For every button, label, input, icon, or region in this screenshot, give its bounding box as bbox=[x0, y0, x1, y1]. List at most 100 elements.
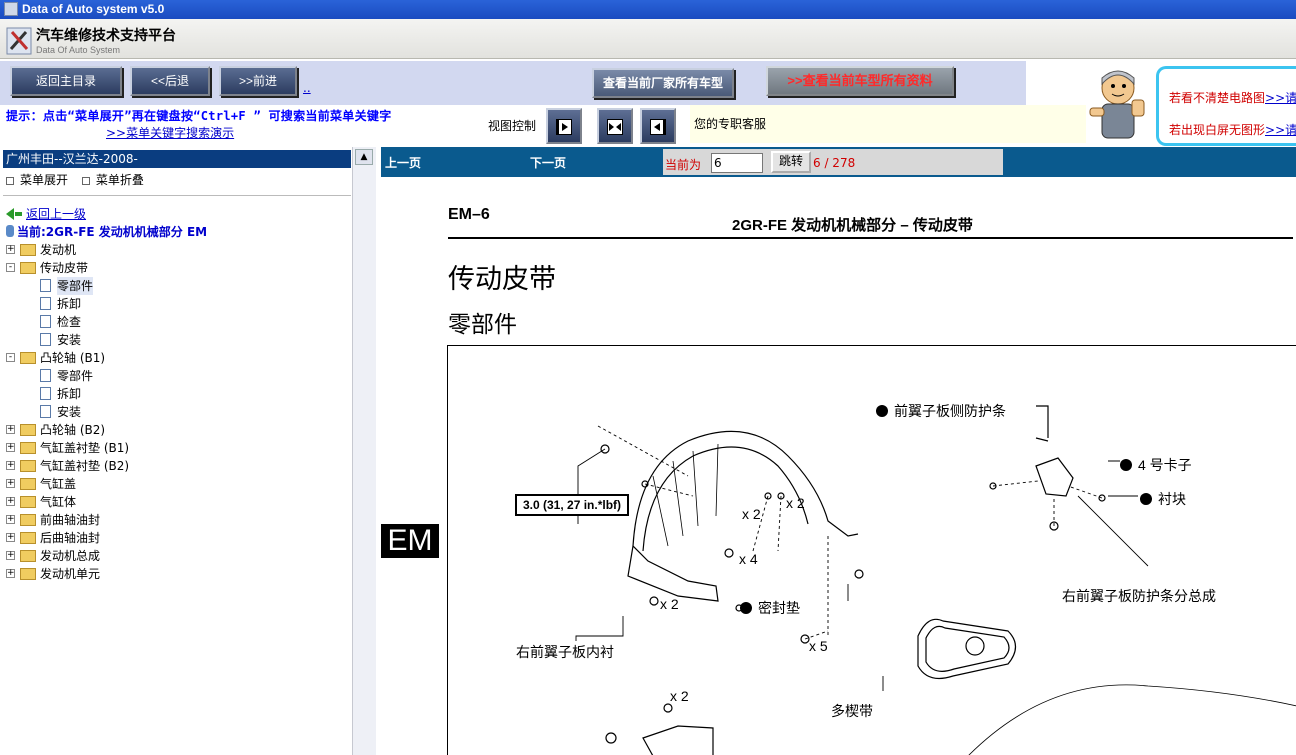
back-up-label: 返回上一级 bbox=[26, 207, 87, 221]
tree-folder-label: 凸轮轴 (B1) bbox=[40, 351, 106, 365]
folder-icon bbox=[20, 478, 36, 490]
label-right-fender-liner: 右前翼子板内衬 bbox=[516, 644, 614, 660]
tools-logo-icon bbox=[6, 27, 32, 55]
folder-icon bbox=[20, 550, 36, 562]
sidebar-divider bbox=[3, 195, 351, 196]
document-icon bbox=[40, 387, 51, 400]
qty-x2-c: x 2 bbox=[660, 596, 679, 612]
view-all-materials-button[interactable]: >>查看当前车型所有资料 bbox=[766, 66, 954, 96]
label-pad: 衬块 bbox=[1140, 489, 1186, 509]
prev-page-link[interactable]: 上一页 bbox=[385, 154, 421, 171]
page-label: 当前为 bbox=[665, 158, 702, 172]
current-section-label: 当前:2GR-FE 发动机机械部分 EM bbox=[17, 225, 208, 239]
forward-button[interactable]: >>前进 bbox=[219, 66, 297, 96]
view-right-pane-button[interactable] bbox=[640, 108, 676, 144]
sidebar-vehicle-header: 广州丰田--汉兰达-2008- bbox=[3, 150, 351, 168]
doc-subtitle: 零部件 bbox=[448, 311, 517, 337]
next-page-link[interactable]: 下一页 bbox=[530, 154, 566, 171]
document-icon bbox=[40, 333, 51, 346]
help-line-1-link[interactable]: >>请 bbox=[1265, 91, 1296, 105]
expand-node-icon[interactable]: + bbox=[6, 569, 15, 578]
qty-x2-a: x 2 bbox=[742, 506, 761, 522]
expand-node-icon[interactable]: + bbox=[6, 497, 15, 506]
scroll-up-arrow-icon[interactable]: ▲ bbox=[355, 149, 373, 165]
section-tab: EM bbox=[381, 524, 439, 558]
page-count: 6 / 278 bbox=[813, 156, 856, 170]
window-title: Data of Auto system v5.0 bbox=[22, 2, 165, 16]
menu-expand-button[interactable]: 菜单展开 bbox=[20, 173, 68, 187]
folder-icon bbox=[20, 424, 36, 436]
collapse-node-icon[interactable]: - bbox=[6, 263, 15, 272]
folder-icon bbox=[20, 244, 36, 256]
expand-node-icon[interactable]: + bbox=[6, 515, 15, 524]
qty-x4: x 4 bbox=[739, 551, 758, 567]
folder-icon bbox=[20, 568, 36, 580]
toolbar-dots-link[interactable]: .. bbox=[303, 81, 311, 95]
current-marker-icon bbox=[6, 225, 14, 237]
expand-icon bbox=[6, 176, 14, 185]
help-line-2-text: 若出现白屏无图形 bbox=[1169, 123, 1266, 137]
document-icon bbox=[40, 315, 51, 328]
expand-node-icon[interactable]: + bbox=[6, 425, 15, 434]
help-box: 若看不清楚电路图>>请 若出现白屏无图形>>请 bbox=[1156, 66, 1296, 146]
folder-icon bbox=[20, 496, 36, 508]
search-demo-link[interactable]: >>菜单关键字搜索演示 bbox=[106, 124, 234, 141]
mechanic-mascot-icon bbox=[1089, 70, 1145, 139]
tree-page-label: 零部件 bbox=[57, 369, 94, 383]
new-part-dot-icon bbox=[876, 405, 888, 417]
tree-folder-label: 气缸盖 bbox=[40, 477, 77, 491]
home-button[interactable]: 返回主目录 bbox=[10, 66, 122, 96]
label-seal: 密封垫 bbox=[740, 598, 800, 618]
label-fender-side-strip-text: 前翼子板侧防护条 bbox=[894, 403, 1006, 419]
tree-page-label: 零部件 bbox=[57, 277, 94, 295]
tree-folder-label: 发动机总成 bbox=[40, 549, 101, 563]
help-line-1-text: 若看不清楚电路图 bbox=[1169, 91, 1266, 105]
expand-collapse-row: 菜单展开 菜单折叠 bbox=[6, 171, 144, 188]
current-section: 当前:2GR-FE 发动机机械部分 EM bbox=[6, 223, 207, 240]
vendor-models-button[interactable]: 查看当前厂家所有车型 bbox=[592, 68, 734, 98]
folder-icon bbox=[20, 460, 36, 472]
expand-node-icon[interactable]: + bbox=[6, 443, 15, 452]
label-clip4: 4 号卡子 bbox=[1120, 455, 1192, 475]
tree-folder-label: 传动皮带 bbox=[40, 261, 89, 275]
view-right-icon bbox=[650, 119, 666, 135]
document-icon bbox=[40, 279, 51, 292]
parts-drawing bbox=[575, 405, 1296, 755]
help-line-2: 若出现白屏无图形>>请 bbox=[1169, 121, 1296, 138]
tree-folder-label: 气缸盖衬垫 (B1) bbox=[40, 441, 130, 455]
tree-page-label: 安装 bbox=[57, 333, 82, 347]
folder-icon bbox=[20, 514, 36, 526]
back-up-link[interactable]: 返回上一级 bbox=[6, 205, 86, 222]
view-split-button[interactable] bbox=[597, 108, 633, 144]
expand-node-icon[interactable]: + bbox=[6, 551, 15, 560]
view-all-prefix: >> bbox=[787, 73, 803, 88]
sidebar: 广州丰田--汉兰达-2008- 菜单展开 菜单折叠 返回上一级 当前:2GR-F… bbox=[0, 147, 376, 755]
label-right-fender-strip-assy: 右前翼子板防护条分总成 bbox=[1062, 588, 1216, 604]
new-part-dot-icon bbox=[1140, 493, 1152, 505]
tree-page-label: 拆卸 bbox=[57, 297, 82, 311]
expand-node-icon[interactable]: + bbox=[6, 479, 15, 488]
customer-service[interactable]: 您的专职客服 bbox=[690, 105, 1086, 143]
view-left-pane-button[interactable] bbox=[546, 108, 582, 144]
go-button[interactable]: 跳转 bbox=[771, 151, 811, 173]
help-line-2-link[interactable]: >>请 bbox=[1265, 123, 1296, 137]
tree-folder-label: 凸轮轴 (B2) bbox=[40, 423, 106, 437]
app-icon bbox=[4, 2, 18, 16]
collapse-node-icon[interactable]: - bbox=[6, 353, 15, 362]
folder-icon bbox=[20, 532, 36, 544]
expand-node-icon[interactable]: + bbox=[6, 245, 15, 254]
page-number-input[interactable]: 6 bbox=[711, 153, 763, 173]
folder-icon bbox=[20, 442, 36, 454]
view-all-label: 查看当前车型所有资料 bbox=[802, 73, 933, 88]
expand-node-icon[interactable]: + bbox=[6, 461, 15, 470]
app-title: 汽车维修技术支持平台 bbox=[36, 27, 176, 43]
back-button[interactable]: <<后退 bbox=[130, 66, 210, 96]
app-header: 汽车维修技术支持平台 Data Of Auto System bbox=[0, 19, 1296, 59]
menu-collapse-button[interactable]: 菜单折叠 bbox=[96, 173, 144, 187]
label-pad-text: 衬块 bbox=[1158, 491, 1186, 507]
sidebar-scrollbar[interactable]: ▲ bbox=[352, 147, 376, 755]
tip-text: 提示：点击“菜单展开”再在键盘按“Ctrl+F ” 可搜索当前菜单关键字 bbox=[6, 109, 392, 123]
expand-node-icon[interactable]: + bbox=[6, 533, 15, 542]
app-subtitle: Data Of Auto System bbox=[36, 45, 121, 55]
tree-folder-label: 发动机单元 bbox=[40, 567, 101, 581]
